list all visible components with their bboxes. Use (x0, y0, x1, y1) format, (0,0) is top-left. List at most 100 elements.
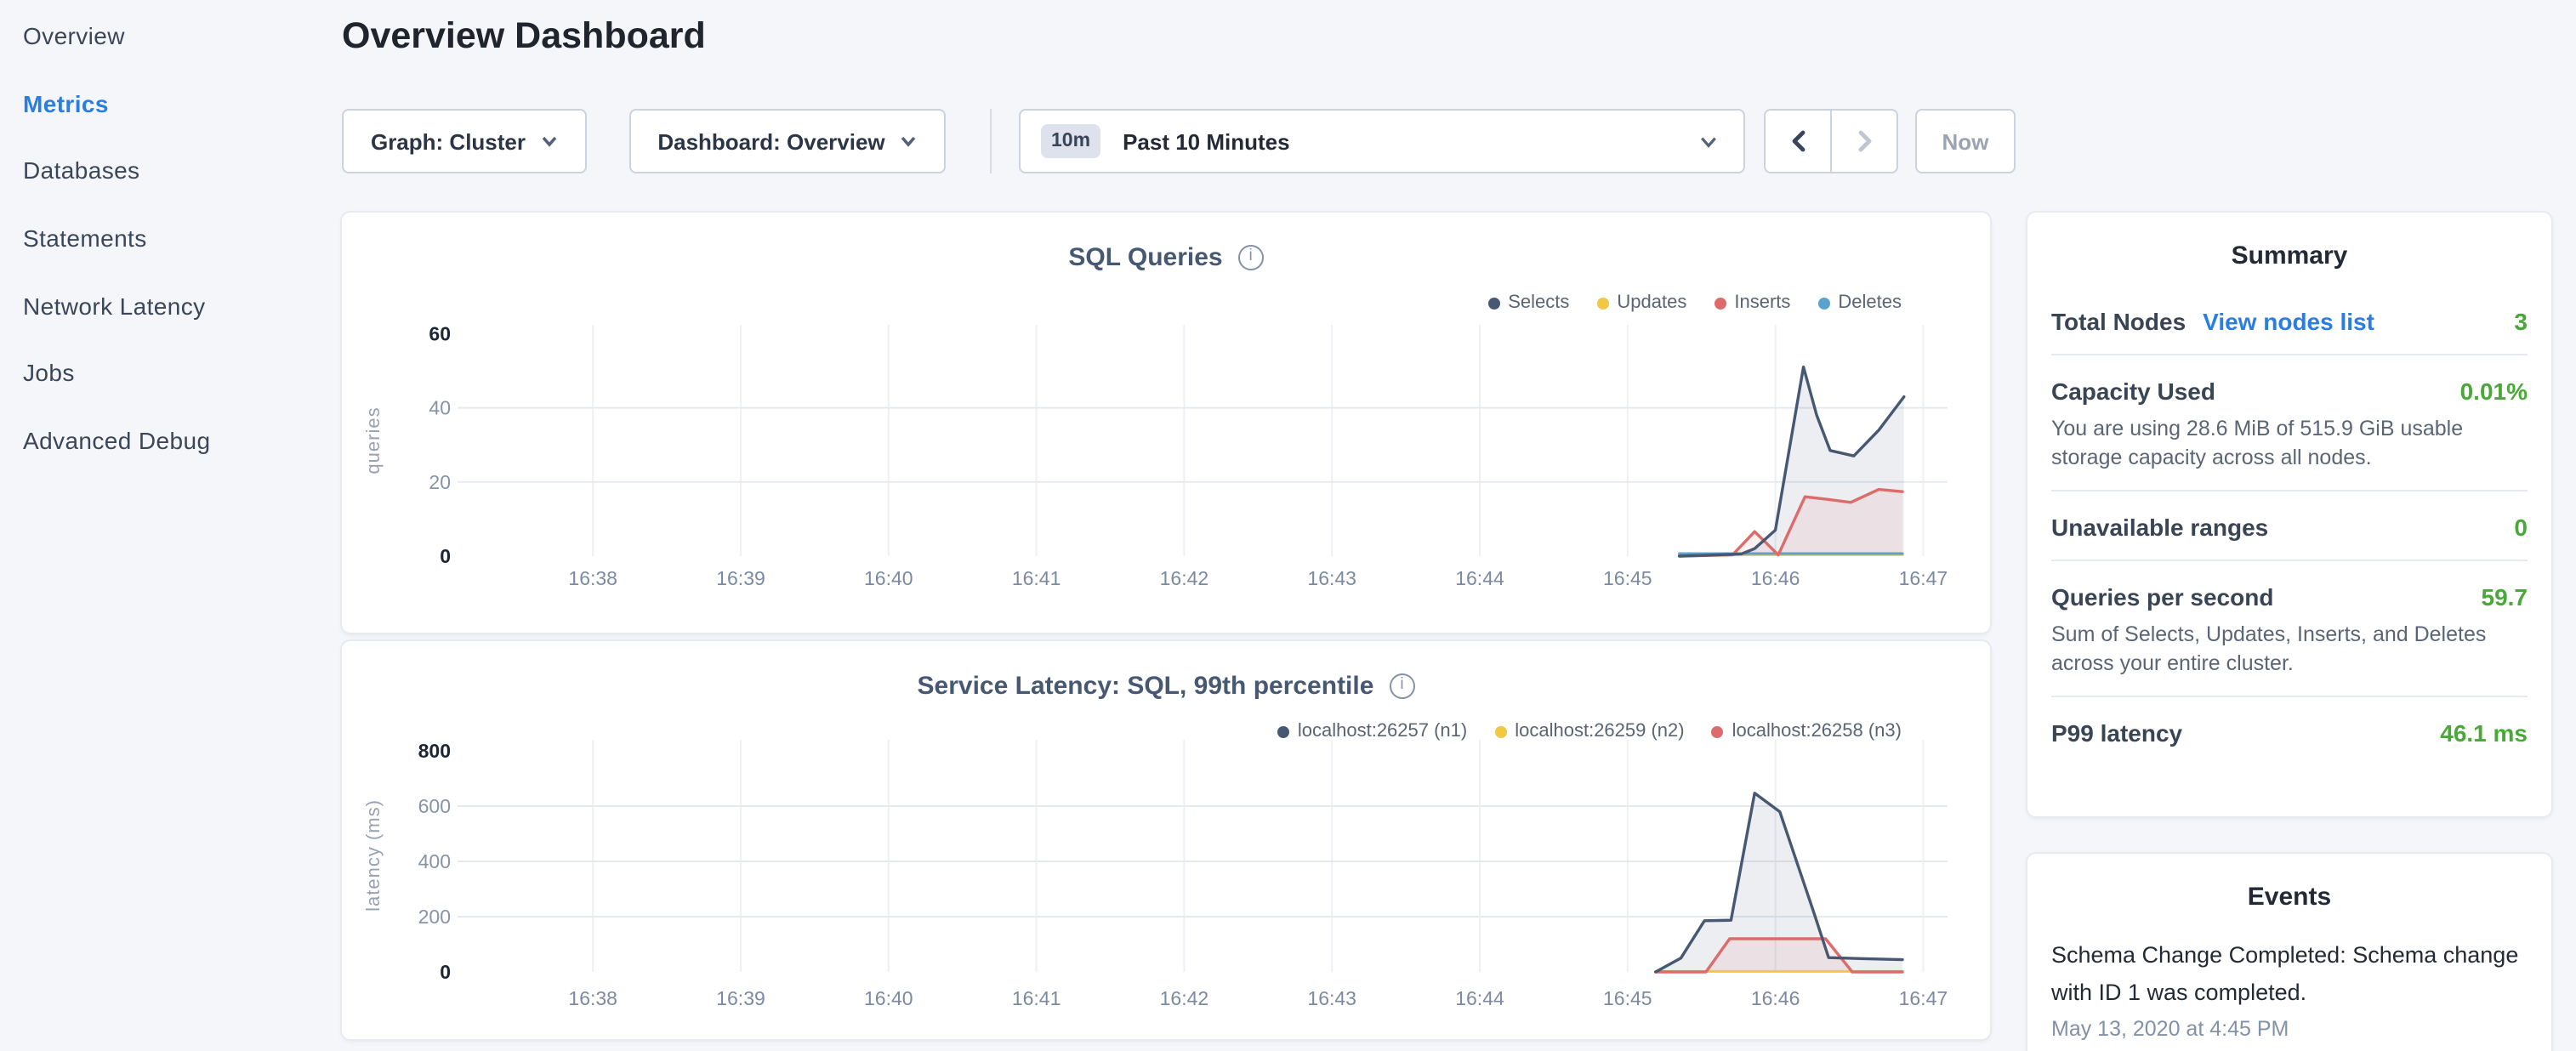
legend-dot-icon (1714, 297, 1726, 309)
svg-text:16:43: 16:43 (1307, 987, 1356, 1009)
summary-value: 3 (2514, 308, 2528, 335)
svg-text:40: 40 (429, 397, 451, 419)
chevron-down-icon (901, 133, 918, 150)
summary-row-unavailable-ranges: Unavailable ranges 0 (2051, 491, 2528, 561)
summary-row-total-nodes: Total Nodes View nodes list 3 (2051, 286, 2528, 355)
graph-selector-dropdown[interactable]: Graph: Cluster (342, 109, 587, 173)
svg-text:16:42: 16:42 (1160, 987, 1209, 1009)
summary-value: 0 (2514, 514, 2528, 541)
sidebar-item-databases[interactable]: Databases (0, 137, 340, 204)
events-panel: Events Schema Change Completed: Schema c… (2027, 853, 2551, 1051)
summary-description: You are using 28.6 MiB of 515.9 GiB usab… (2051, 415, 2528, 471)
legend-dot-icon (1817, 297, 1829, 309)
chevron-left-icon (1788, 129, 1807, 153)
summary-title: Summary (2027, 241, 2551, 270)
legend-label: localhost:26257 (n1) (1298, 721, 1467, 741)
sql-queries-plot[interactable]: 16:3816:3916:4016:4116:4216:4316:4416:45… (342, 213, 1990, 633)
event-item[interactable]: Schema Change Completed: Schema change w… (2051, 936, 2528, 1040)
svg-text:0: 0 (440, 545, 451, 567)
summary-label: Capacity Used (2051, 378, 2215, 405)
svg-text:16:38: 16:38 (568, 567, 617, 589)
svg-text:16:40: 16:40 (864, 987, 913, 1009)
legend-item-deletes: Deletes (1817, 293, 1902, 313)
sidebar-item-network-latency[interactable]: Network Latency (0, 272, 340, 339)
svg-text:16:39: 16:39 (716, 987, 765, 1009)
events-title: Events (2027, 882, 2551, 911)
summary-label: P99 latency (2051, 719, 2182, 747)
summary-row-capacity-used: Capacity Used 0.01% You are using 28.6 MiB… (2051, 355, 2528, 491)
time-prev-button[interactable] (1764, 109, 1832, 173)
view-nodes-list-link[interactable]: View nodes list (2203, 308, 2374, 335)
svg-text:200: 200 (418, 906, 451, 928)
summary-row-queries-per-second: Queries per second59.7Sum of Selects, Up… (2051, 561, 2528, 697)
chart-title-row: SQL Queries i (342, 243, 1990, 272)
sidebar-item-advanced-debug[interactable]: Advanced Debug (0, 406, 340, 474)
legend-label: Inserts (1734, 293, 1790, 313)
time-pager (1764, 109, 1898, 173)
svg-text:queries: queries (362, 406, 384, 474)
svg-text:16:41: 16:41 (1012, 567, 1061, 589)
controls-divider (989, 109, 991, 173)
time-window-badge: 10m (1041, 124, 1100, 158)
svg-text:16:45: 16:45 (1603, 987, 1652, 1009)
legend-dot-icon (1487, 297, 1499, 309)
summary-value: 46.1 ms (2440, 719, 2528, 747)
svg-text:16:40: 16:40 (864, 567, 913, 589)
legend-dot-icon (1596, 297, 1608, 309)
dashboard-selector-label: Dashboard: Overview (657, 128, 884, 154)
summary-description: Sum of Selects, Updates, Inserts, and De… (2051, 621, 2528, 677)
chevron-down-icon (541, 133, 558, 150)
svg-text:16:46: 16:46 (1751, 567, 1800, 589)
info-icon[interactable]: i (1389, 673, 1414, 699)
svg-text:0: 0 (440, 961, 451, 983)
info-icon[interactable]: i (1238, 245, 1264, 270)
legend-item-localhost-26257-n1: localhost:26257 (n1) (1277, 721, 1467, 741)
graph-selector-label: Graph: Cluster (371, 128, 526, 154)
chart-title: SQL Queries (1068, 243, 1222, 272)
sidebar-item-overview[interactable]: Overview (0, 2, 340, 69)
svg-text:16:39: 16:39 (716, 567, 765, 589)
legend-label: localhost:26258 (n3) (1732, 721, 1902, 741)
legend-item-updates: Updates (1596, 293, 1686, 313)
time-next-button[interactable] (1830, 109, 1898, 173)
legend-item-inserts: Inserts (1714, 293, 1790, 313)
summary-label: Total Nodes (2051, 308, 2186, 335)
time-window-dropdown[interactable]: 10m Past 10 Minutes (1019, 109, 1745, 173)
summary-label: Unavailable ranges (2051, 514, 2268, 541)
app-root: OverviewMetricsDatabasesStatementsNetwor… (0, 0, 2576, 1051)
svg-text:20: 20 (429, 471, 451, 493)
time-window-label: Past 10 Minutes (1123, 128, 1290, 154)
service-latency-chart-card: 16:3816:3916:4016:4116:4216:4316:4416:45… (342, 641, 1990, 1039)
summary-rows: Total Nodes View nodes list 3 Capacity Used… (2051, 286, 2528, 765)
svg-text:16:47: 16:47 (1899, 987, 1948, 1009)
legend-dot-icon (1277, 725, 1289, 737)
service-latency-plot[interactable]: 16:3816:3916:4016:4116:4216:4316:4416:45… (342, 641, 1990, 1039)
sidebar-item-metrics[interactable]: Metrics (0, 69, 340, 136)
sidebar-item-jobs[interactable]: Jobs (0, 339, 340, 406)
legend-item-localhost-26259-n2: localhost:26259 (n2) (1494, 721, 1684, 741)
chevron-down-icon (1699, 132, 1718, 151)
legend-label: localhost:26259 (n2) (1515, 721, 1684, 741)
now-button[interactable]: Now (1915, 109, 2016, 173)
summary-value: 0.01% (2460, 378, 2528, 405)
legend-label: Deletes (1838, 293, 1902, 313)
sidebar-item-statements[interactable]: Statements (0, 204, 340, 271)
svg-text:16:41: 16:41 (1012, 987, 1061, 1009)
summary-label: Queries per second (2051, 583, 2273, 611)
summary-panel: Summary Total Nodes View nodes list 3 Capac… (2027, 213, 2551, 816)
chart-title: Service Latency: SQL, 99th percentile (918, 672, 1374, 701)
summary-row-p99-latency: P99 latency 46.1 ms (2051, 697, 2528, 765)
chevron-right-icon (1855, 129, 1874, 153)
svg-text:16:38: 16:38 (568, 987, 617, 1009)
svg-text:latency (ms): latency (ms) (362, 799, 384, 912)
legend-label: Selects (1508, 293, 1569, 313)
legend-item-selects: Selects (1487, 293, 1569, 313)
chart-legend: localhost:26257 (n1) localhost:26259 (n2)… (1277, 721, 1902, 741)
svg-text:16:42: 16:42 (1160, 567, 1209, 589)
chart-legend: Selects Updates Inserts Deletes (1487, 293, 1902, 313)
svg-text:16:47: 16:47 (1899, 567, 1948, 589)
sql-queries-chart-card: 16:3816:3916:4016:4116:4216:4316:4416:45… (342, 213, 1990, 633)
dashboard-selector-dropdown[interactable]: Dashboard: Overview (629, 109, 946, 173)
svg-text:600: 600 (418, 795, 451, 817)
legend-dot-icon (1494, 725, 1506, 737)
